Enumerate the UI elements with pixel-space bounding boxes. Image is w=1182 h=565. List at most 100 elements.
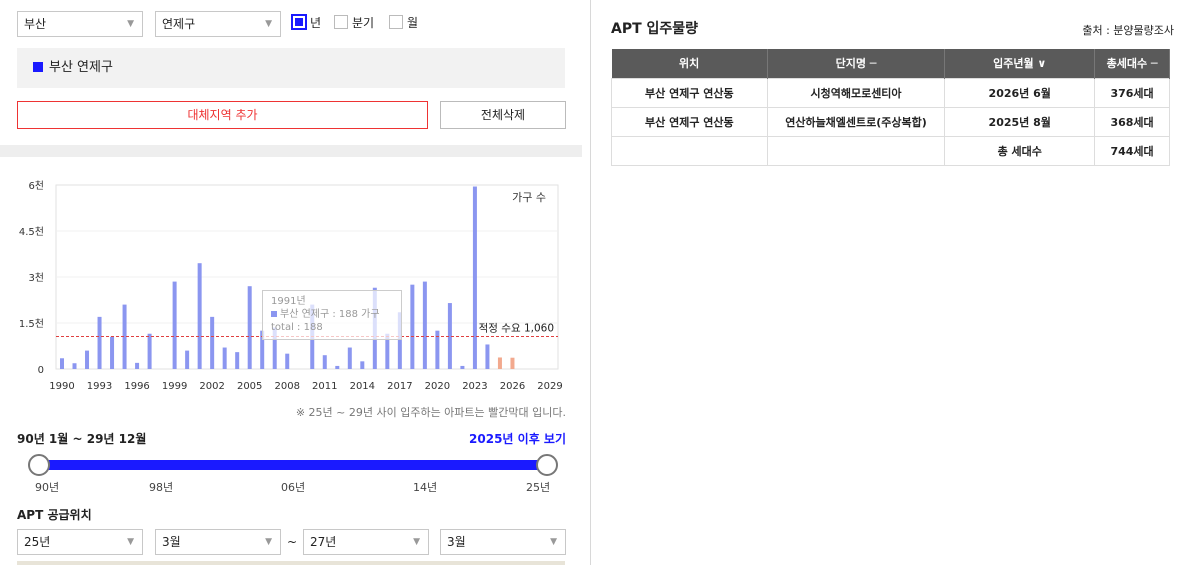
bar [110, 336, 115, 369]
x-tick-label: 2008 [275, 381, 300, 392]
panel-divider [590, 0, 591, 565]
bar [247, 286, 252, 369]
table-row[interactable]: 부산 연제구 연산동 연산하늘채엘센트로(주상복합) 2025년 8월 368세… [611, 106, 1170, 137]
tooltip-line2: total : 188 [271, 322, 323, 333]
bar [85, 350, 90, 369]
range-slider-end-handle[interactable] [536, 454, 558, 476]
cell-location: 부산 연제구 연산동 [611, 106, 768, 137]
city-select-value: 부산 [24, 17, 47, 31]
bar [72, 363, 77, 369]
occupancy-table: 위치 단지명 ─ 입주년월 ∨ 총세대수 ─ 부산 연제구 연산동 시청역해모로… [611, 49, 1170, 166]
chart-tooltip: 1991년 부산 연제구 : 188 가구 total : 188 [262, 290, 402, 340]
period-month-label: 월 [407, 16, 419, 30]
chevron-down-icon: ▼ [413, 537, 420, 547]
bar [460, 365, 465, 369]
header-location[interactable]: 위치 [611, 49, 768, 78]
table-row[interactable]: 부산 연제구 연산동 시청역해모로센티아 2026년 6월 376세대 [611, 77, 1170, 108]
x-tick-label: 2002 [199, 381, 224, 392]
cell-empty [766, 135, 946, 166]
range-tick: 06년 [281, 481, 306, 494]
tooltip-swatch [271, 311, 277, 317]
x-tick-label: 2011 [312, 381, 337, 392]
period-quarter-label: 분기 [352, 16, 375, 30]
bar [472, 186, 477, 369]
cell-move-in-date: 2026년 6월 [944, 77, 1096, 108]
city-select[interactable]: 부산 ▼ [17, 11, 143, 37]
add-region-button[interactable]: 대체지역 추가 [17, 101, 428, 129]
range-tick: 25년 [526, 481, 551, 494]
checkbox-icon [334, 15, 348, 29]
region-list-item[interactable]: 부산 연제구 [17, 48, 565, 88]
cell-move-in-date: 2025년 8월 [944, 106, 1096, 137]
chevron-down-icon: ▼ [265, 537, 272, 547]
y-tick-label: 4.5천 [19, 226, 44, 238]
to-year-value: 27년 [310, 535, 337, 549]
y-tick-label: 6천 [28, 180, 44, 192]
header-complex-name[interactable]: 단지명 ─ [767, 49, 946, 78]
to-year-select[interactable]: 27년 ▼ [303, 529, 429, 555]
bar [210, 316, 215, 369]
x-tick-label: 1993 [87, 381, 112, 392]
bar [497, 357, 502, 369]
bar [185, 350, 190, 369]
checkbox-checked-icon [291, 14, 307, 30]
source-label: 출처 : 분양물량조사 [1082, 24, 1174, 37]
map-preview[interactable] [17, 561, 565, 565]
bar [510, 357, 515, 369]
x-tick-label: 2014 [350, 381, 375, 392]
from-month-select[interactable]: 3월 ▼ [155, 529, 281, 555]
y-tick-label: 3천 [28, 272, 44, 284]
checkbox-icon [389, 15, 403, 29]
x-tick-label: 2017 [387, 381, 412, 392]
chart-note: ※ 25년 ~ 29년 사이 입주하는 아파트는 빨간막대 입니다. [295, 406, 566, 419]
bar [97, 316, 102, 369]
bar [360, 361, 365, 369]
from-year-select[interactable]: 25년 ▼ [17, 529, 143, 555]
cell-complex-name: 연산하늘채엘센트로(주상복합) [766, 106, 946, 137]
bar [322, 355, 327, 369]
to-month-value: 3월 [447, 535, 466, 549]
district-select[interactable]: 연제구 ▼ [155, 11, 281, 37]
range-slider-start-handle[interactable] [28, 454, 50, 476]
bar [347, 347, 352, 369]
bar [197, 263, 202, 369]
to-month-select[interactable]: 3월 ▼ [440, 529, 566, 555]
cell-empty [611, 135, 768, 166]
period-quarter-checkbox[interactable]: 분기 [334, 15, 374, 31]
range-tick: 90년 [35, 481, 60, 494]
delete-all-button[interactable]: 전체삭제 [440, 101, 566, 129]
left-panel: 부산 ▼ 연제구 ▼ 년 분기 월 부산 연제구 대체지역 추가 전체삭제 6천… [0, 0, 582, 565]
view-after-2025-link[interactable]: 2025년 이후 보기 [469, 430, 566, 447]
bar [135, 362, 140, 369]
bar [285, 353, 290, 369]
bar [485, 344, 490, 369]
reference-line-label: 적정 수요 1,060 [479, 322, 554, 334]
y-tick-label: 1.5천 [19, 318, 44, 330]
from-month-value: 3월 [162, 535, 181, 549]
cell-total-units: 376세대 [1094, 77, 1170, 108]
period-month-checkbox[interactable]: 월 [389, 15, 418, 31]
region-label: 부산 연제구 [49, 60, 113, 75]
right-panel: APT 입주물량 출처 : 분양물량조사 위치 단지명 ─ 입주년월 ∨ 총세대… [597, 0, 1182, 565]
cell-location: 부산 연제구 연산동 [611, 77, 768, 108]
cell-total-label: 총 세대수 [944, 135, 1096, 166]
period-year-checkbox[interactable]: 년 [291, 14, 321, 31]
x-tick-label: 2026 [500, 381, 525, 392]
region-color-swatch [33, 62, 43, 72]
supply-bar-chart: 6천 4.5천 3천 1.5천 0 1990 1993 1996 1999 2002 2005 200… [19, 180, 563, 392]
supply-location-title: APT 공급위치 [17, 508, 92, 522]
chevron-down-icon: ▼ [265, 19, 272, 29]
cell-complex-name: 시청역해모로센티아 [766, 77, 946, 108]
chevron-down-icon: ▼ [550, 537, 557, 547]
range-tick: 98년 [149, 481, 174, 494]
table-header-row: 위치 단지명 ─ 입주년월 ∨ 총세대수 ─ [611, 49, 1170, 78]
tooltip-year: 1991년 [271, 296, 306, 307]
table-total-row: 총 세대수 744세대 [611, 135, 1170, 166]
header-move-in-date[interactable]: 입주년월 ∨ [944, 49, 1096, 78]
x-tick-label: 2005 [237, 381, 262, 392]
range-slider-track[interactable] [38, 460, 547, 470]
bar [60, 358, 64, 369]
bar [335, 365, 340, 369]
range-label: 90년 1월 ~ 29년 12월 [17, 432, 147, 446]
header-total-units[interactable]: 총세대수 ─ [1094, 49, 1170, 78]
